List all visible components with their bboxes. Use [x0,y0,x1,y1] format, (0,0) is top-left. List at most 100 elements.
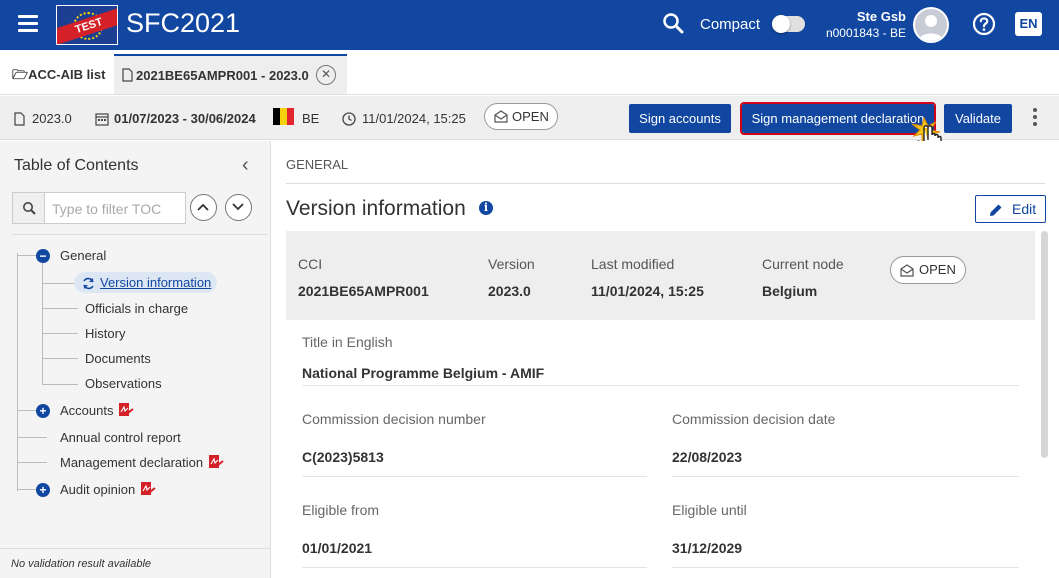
pencil-icon [990,204,1002,216]
document-icon [122,68,133,82]
document-icon [14,112,25,126]
toc-item-audit-opinion[interactable]: Audit opinion [60,482,156,497]
toc-item-version-information[interactable]: Version information [74,272,218,293]
decision-number-value: C(2023)5813 [302,449,384,465]
toc-item-history[interactable]: History [85,326,125,341]
calendar-icon [95,113,109,126]
compact-toggle[interactable] [772,15,805,33]
main-content: GENERAL Version information i Edit CCI 2… [272,141,1059,578]
toc-search-icon-box [13,193,45,223]
last-modified-value: 11/01/2024, 15:25 [591,283,704,299]
toc-previous-button[interactable] [190,194,217,221]
status-text: OPEN [919,262,956,277]
close-tab-icon[interactable]: ✕ [316,65,336,85]
field-underline [302,567,647,568]
tree-line [42,308,78,309]
edit-button[interactable]: Edit [975,195,1046,223]
toc-item-label: Management declaration [60,455,204,470]
version-value: 2023.0 [32,111,72,126]
toc-item-accounts[interactable]: Accounts [60,403,134,418]
sign-management-declaration-button[interactable]: Sign management declaration [740,102,936,135]
toc-title: Table of Contents [14,157,139,174]
tree-line [42,263,43,385]
tree-line [42,358,78,359]
tree-line [42,333,78,334]
status-badge: OPEN [484,103,558,130]
chevron-up-icon [197,203,209,211]
expand-node-icon[interactable]: + [36,404,50,418]
field-underline [672,476,1019,477]
toc-item-label: Audit opinion [60,482,136,497]
cci-value: 2021BE65AMPR001 [298,283,429,299]
field-underline [302,385,1019,386]
avatar[interactable] [913,7,949,43]
signature-icon [208,455,224,468]
version-details: Title in English National Programme Belg… [286,320,1035,578]
tree-line [17,437,47,438]
compact-label: Compact [700,16,761,33]
toc-item-management-declaration[interactable]: Management declaration [60,455,224,470]
validate-button[interactable]: Validate [944,104,1012,133]
sign-accounts-button[interactable]: Sign accounts [629,104,731,133]
toc-next-button[interactable] [225,194,252,221]
section-divider [286,183,1045,184]
toc-divider [12,234,268,235]
tree-line [17,255,37,256]
toc-item-annual-control-report[interactable]: Annual control report [60,430,181,445]
eu-logo: TEST [56,5,118,45]
tree-line [17,410,37,411]
validation-status-bar: No validation result available [0,548,270,578]
toc-item-observations[interactable]: Observations [85,376,162,391]
field-underline [672,567,1019,568]
language-button[interactable]: EN [1015,12,1042,36]
folder-icon: 🗁 [12,67,29,82]
toc-item-general[interactable]: General [60,248,106,263]
title-english-label: Title in English [302,334,393,350]
tab-bar: 🗁ACC-AIB list 2021BE65AMPR001 - 2023.0 ✕ [0,50,1059,95]
current-node-value: Belgium [762,283,818,299]
toc-item-officials-in-charge[interactable]: Officials in charge [85,301,188,316]
toc-filter-input[interactable]: Type to filter TOC [12,192,186,224]
collapse-panel-icon[interactable]: ‹ [242,155,249,175]
tree-line [17,462,47,463]
menu-icon[interactable] [18,15,38,33]
more-options-icon[interactable] [1033,108,1039,129]
search-icon [23,202,36,215]
eligible-until-value: 31/12/2029 [672,540,743,556]
info-icon[interactable]: i [479,201,493,215]
table-of-contents-panel: Table of Contents ‹ Type to filter TOC −… [0,141,271,578]
toc-filter-placeholder: Type to filter TOC [52,201,162,217]
status-badge: OPEN [890,256,966,284]
toc-item-documents[interactable]: Documents [85,351,151,366]
decision-number-label: Commission decision number [302,411,486,427]
envelope-open-icon [494,110,508,123]
tab-acc-aib-list[interactable]: 🗁ACC-AIB list [12,66,105,88]
decision-date-value: 22/08/2023 [672,449,743,465]
user-id: n0001843 - BE [825,26,906,40]
title-english-value: National Programme Belgium - AMIF [302,365,545,381]
chevron-down-icon [232,203,244,211]
current-node-label: Current node [762,256,844,272]
expand-node-icon[interactable]: + [36,483,50,497]
search-icon[interactable] [662,12,684,34]
signature-icon [140,482,156,495]
tab-label: 2021BE65AMPR001 - 2023.0 [136,68,309,83]
signature-icon [119,403,134,416]
tree-line [42,384,78,385]
validation-status-text: No validation result available [11,558,152,570]
version-value: 2023.0 [488,283,531,299]
tab-active-document[interactable]: 2021BE65AMPR001 - 2023.0 ✕ [114,54,347,94]
top-bar: TEST SFC2021 Compact Ste Gsb n0001843 - … [0,0,1059,50]
version-label: Version [488,256,535,272]
help-icon[interactable] [972,12,996,36]
vertical-scrollbar[interactable] [1041,231,1048,458]
tree-line [17,489,37,490]
user-name: Ste Gsb [856,9,906,24]
envelope-open-icon [900,264,914,277]
collapse-node-icon[interactable]: − [36,249,50,263]
cci-label: CCI [298,256,323,272]
toc-item-label: Version information [100,275,212,290]
timestamp: 11/01/2024, 15:25 [362,111,466,126]
field-underline [302,476,647,477]
status-text: OPEN [512,109,549,124]
